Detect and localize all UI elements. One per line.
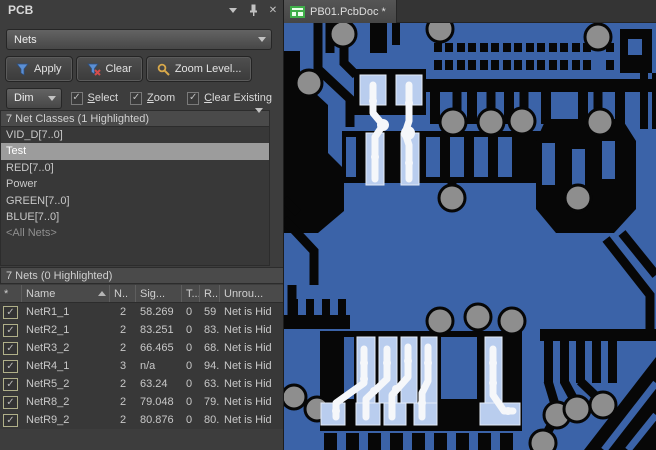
dim-select[interactable]: Dim <box>6 87 63 109</box>
select-checkbox-label: Select <box>87 92 119 104</box>
column-header-star[interactable]: * <box>0 285 22 302</box>
bottom-edge-pads <box>324 433 513 450</box>
net-classes-list: VID_D[7..0] Test RED[7..0] Power GREEN[7… <box>0 127 270 266</box>
table-row[interactable]: ✓ NetR1_1 2 58.269 0 59 Net is Hid <box>0 303 283 321</box>
chevron-down-icon <box>253 37 271 42</box>
zoom-checkbox-label: Zoom <box>147 92 176 104</box>
table-row[interactable]: ✓ NetR3_2 2 66.465 0 68. Net is Hid <box>0 339 283 357</box>
net-class-item[interactable]: VID_D[7..0] <box>1 127 269 143</box>
panel-title: PCB <box>8 3 34 17</box>
net-class-item-selected[interactable]: Test <box>1 143 269 160</box>
net-classes-section-header[interactable]: 7 Net Classes (1 Highlighted) <box>0 107 270 127</box>
row-checkbox[interactable]: ✓ <box>3 341 18 355</box>
magnifier-icon <box>157 63 170 76</box>
pcb-editor-canvas[interactable] <box>284 23 656 450</box>
nets-header-label: 7 Nets (0 Highlighted) <box>6 269 113 282</box>
clear-button-label: Clear <box>105 63 132 75</box>
dim-options-row: Dim ✓ Select ✓ Zoom ✓ Clear Existing <box>0 87 283 109</box>
dim-select-value: Dim <box>14 92 34 104</box>
table-row[interactable]: ✓ NetR9_2 2 80.876 0 80. Net is Hid <box>0 411 283 429</box>
row-checkbox[interactable]: ✓ <box>3 395 18 409</box>
chevron-down-icon <box>229 7 237 13</box>
net-class-item[interactable]: BLUE[7..0] <box>1 209 269 225</box>
zoom-level-button-label: Zoom Level... <box>174 63 242 75</box>
pcb-panel: PCB ✕ Nets Apply Clear Zoom Level... Dim… <box>0 0 284 450</box>
panel-close-button[interactable]: ✕ <box>263 2 283 18</box>
tab-label: PB01.PcbDoc * <box>310 5 386 18</box>
column-header-t[interactable]: T... <box>182 285 200 302</box>
nets-table-header: * Name N.. Sig... T... R... Unrou... <box>0 285 283 303</box>
column-header-signal[interactable]: Sig... <box>136 285 182 302</box>
panel-mode-value: Nets <box>14 33 37 46</box>
table-row[interactable]: ✓ NetR2_1 2 83.251 0 83. Net is Hid <box>0 321 283 339</box>
pcb-board-view <box>284 23 656 450</box>
net-class-item[interactable]: Power <box>1 176 269 192</box>
chevron-down-icon <box>43 95 61 101</box>
pcb-panel-header: PCB ✕ <box>0 0 283 20</box>
table-row[interactable]: ✓ NetR8_2 2 79.048 0 79. Net is Hid <box>0 393 283 411</box>
table-row[interactable]: ✓ NetR5_2 2 63.24 0 63. Net is Hid <box>0 375 283 393</box>
pin-icon <box>249 4 257 16</box>
nets-section-header[interactable]: 7 Nets (0 Highlighted) <box>0 267 283 284</box>
filter-clear-icon <box>86 63 101 76</box>
column-header-r[interactable]: R... <box>200 285 220 302</box>
column-header-unrouted[interactable]: Unrou... <box>220 285 283 302</box>
chevron-down-icon <box>255 107 263 125</box>
row-checkbox[interactable]: ✓ <box>3 359 18 373</box>
apply-button[interactable]: Apply <box>5 56 73 82</box>
zoom-level-button[interactable]: Zoom Level... <box>145 56 253 82</box>
application-window: PCB ✕ Nets Apply Clear Zoom Level... Dim… <box>0 0 656 450</box>
column-header-nodes[interactable]: N.. <box>110 285 136 302</box>
row-checkbox[interactable]: ✓ <box>3 377 18 391</box>
apply-button-label: Apply <box>34 63 62 75</box>
net-class-item[interactable]: RED[7..0] <box>1 160 269 176</box>
zoom-checkbox[interactable]: ✓ <box>130 91 143 105</box>
row-checkbox[interactable]: ✓ <box>3 323 18 337</box>
tab-pb01-pcbdoc[interactable]: PB01.PcbDoc * <box>284 0 397 23</box>
panel-toolbar: Apply Clear Zoom Level... <box>5 56 253 82</box>
net-class-item-all-nets[interactable]: <All Nets> <box>1 225 269 241</box>
panel-mode-select[interactable]: Nets <box>6 29 272 50</box>
sort-ascending-icon <box>98 291 106 296</box>
row-checkbox[interactable]: ✓ <box>3 413 18 427</box>
clear-existing-checkbox[interactable]: ✓ <box>187 91 200 105</box>
select-checkbox[interactable]: ✓ <box>70 91 83 105</box>
panel-menu-button[interactable] <box>223 2 243 18</box>
pcb-document-icon <box>290 5 305 18</box>
row-checkbox[interactable]: ✓ <box>3 305 18 319</box>
clear-existing-checkbox-label: Clear Existing <box>204 92 272 104</box>
panel-pin-button[interactable] <box>243 2 263 18</box>
clear-button[interactable]: Clear <box>75 56 143 82</box>
document-tab-bar: PB01.PcbDoc * <box>284 0 656 23</box>
column-header-name[interactable]: Name <box>22 285 110 302</box>
filter-icon <box>16 63 29 76</box>
net-classes-header-label: 7 Net Classes (1 Highlighted) <box>6 112 150 125</box>
net-class-item[interactable]: GREEN[7..0] <box>1 193 269 209</box>
table-row[interactable]: ✓ NetR4_1 3 n/a 0 94. Net is Hid <box>0 357 283 375</box>
nets-table-body: ✓ NetR1_1 2 58.269 0 59 Net is Hid ✓ NetR2_… <box>0 303 283 429</box>
